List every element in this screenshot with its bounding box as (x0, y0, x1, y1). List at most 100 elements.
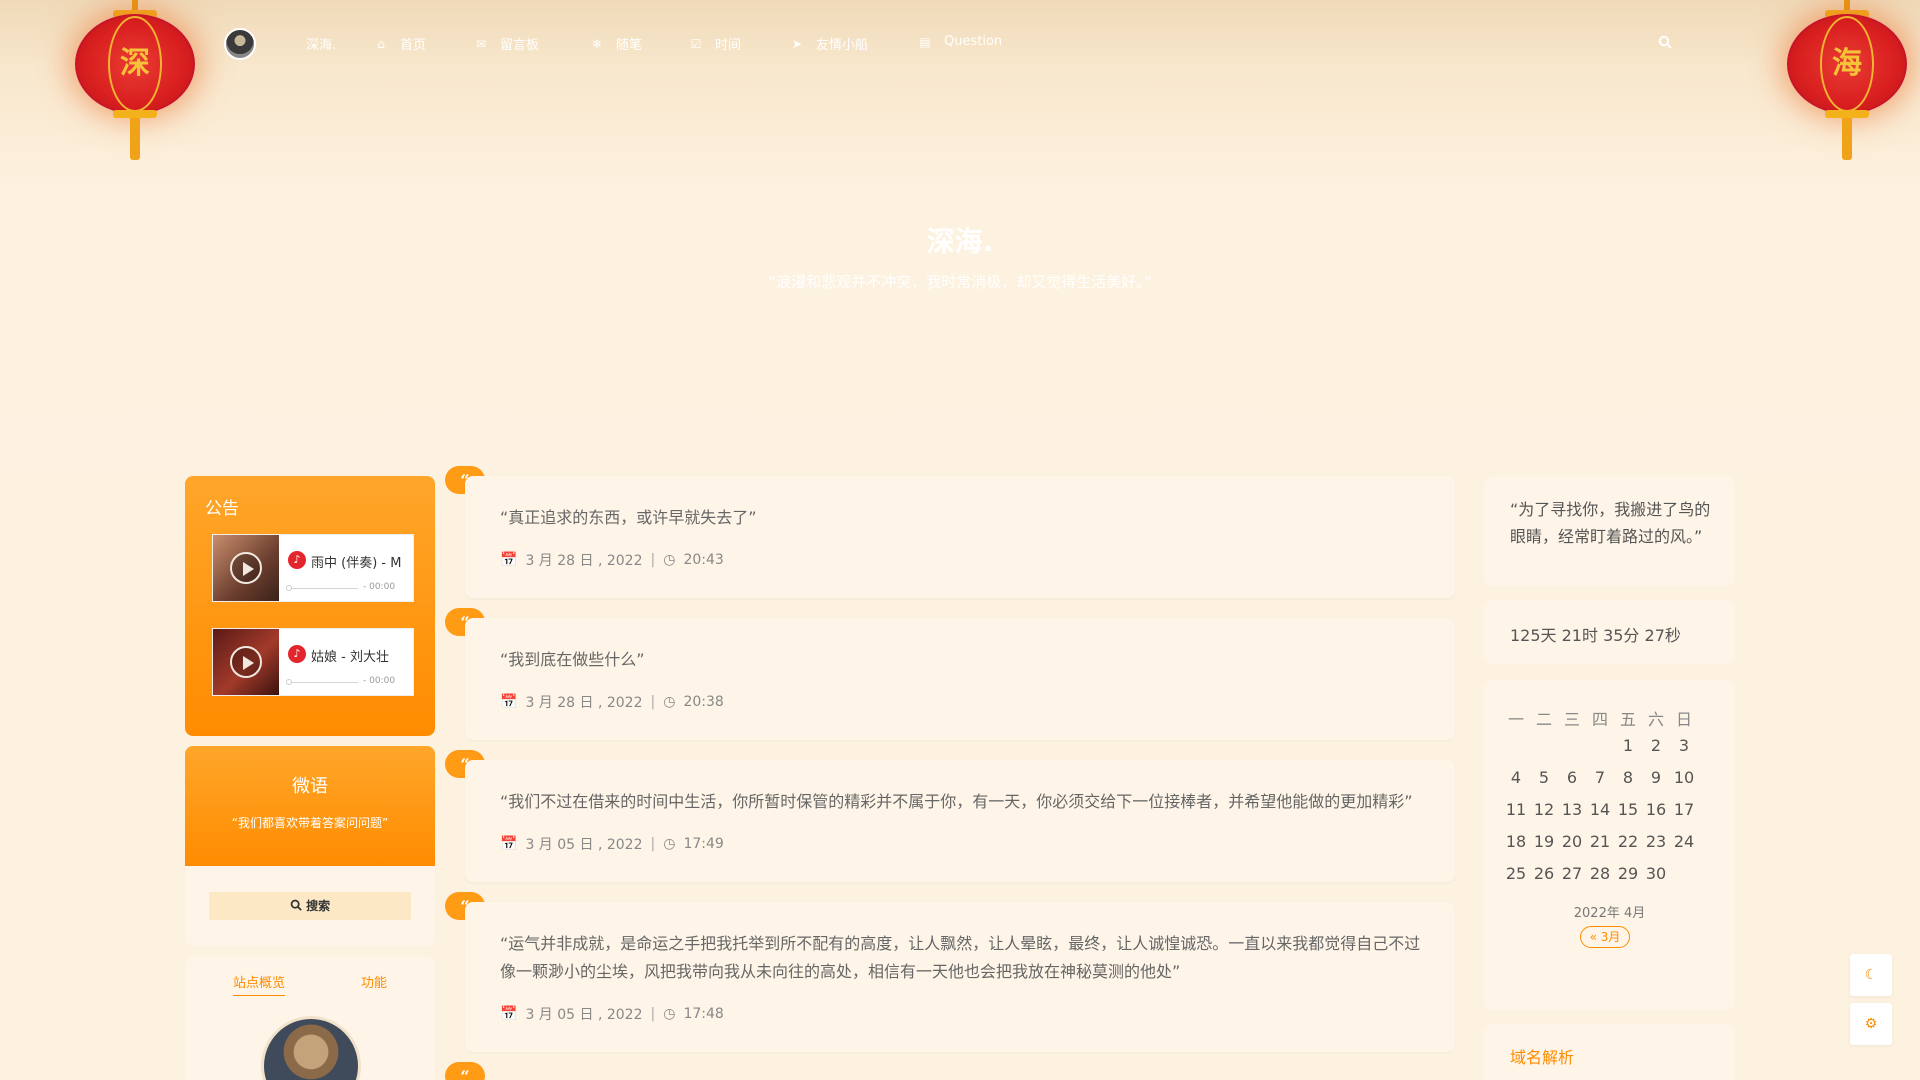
tab-functions[interactable]: 功能 (361, 972, 387, 991)
nav-item-essays[interactable]: ❄ 随笔 (590, 34, 643, 54)
search-label: 搜索 (306, 899, 331, 913)
calendar-day[interactable]: 24 (1670, 832, 1698, 851)
post-card[interactable]: “真正追求的东西，或许早就失去了” 📅 3 月 28 日 , 2022 | ◷ … (465, 476, 1455, 598)
calendar-day[interactable]: 25 (1502, 864, 1530, 883)
site-overview-card: 站点概览 功能 (185, 956, 435, 1080)
calendar-day[interactable]: 15 (1614, 800, 1642, 819)
notice-title: 公告 (205, 499, 239, 519)
calendar-day[interactable]: 16 (1642, 800, 1670, 819)
post-time: 20:38 (683, 694, 724, 710)
calendar-day[interactable]: 4 (1502, 768, 1530, 787)
calendar-day[interactable]: 10 (1670, 768, 1698, 787)
window-icon: ▤ (919, 34, 931, 49)
notice-card: 公告 ♪ 雨中 (伴奏) - M - 00:00 ♪ 姑娘 - 刘大壮 - 00… (185, 476, 435, 736)
nav-item-label: 首页 (400, 38, 427, 53)
nav-item-friends[interactable]: ➤ 友情小船 (790, 34, 868, 54)
calendar-weekday: 日 (1675, 710, 1692, 729)
whisper-subtitle: “我们都喜欢带着答案问问题” (231, 816, 389, 830)
calendar-day[interactable]: 22 (1614, 832, 1642, 851)
post-card[interactable]: “运气并非成就，是命运之手把我托举到所不配有的高度，让人飘然，让人晕眩，最终，让… (465, 902, 1455, 1052)
nav-item-guestbook[interactable]: ✉ 留言板 (474, 34, 540, 54)
calendar-weekday: 一 (1507, 710, 1524, 729)
progress-knob[interactable] (286, 585, 292, 591)
check-square-icon: ☑ (690, 36, 702, 51)
post-meta: 📅 3 月 28 日 , 2022 | ◷ 20:38 (500, 692, 724, 712)
search-icon[interactable] (1658, 34, 1672, 53)
calendar-day[interactable]: 20 (1558, 832, 1586, 851)
calendar-day[interactable]: 26 (1530, 864, 1558, 883)
gear-icon[interactable]: ⚙ (1850, 1003, 1892, 1045)
nav-item-time[interactable]: ☑ 时间 (689, 34, 742, 54)
track-time: - 00:00 (363, 676, 396, 686)
domain-title: 域名解析 (1510, 1048, 1575, 1067)
post-text: “真正追求的东西，或许早就失去了” (500, 508, 757, 527)
calendar-day[interactable]: 12 (1530, 800, 1558, 819)
search-icon (290, 899, 302, 911)
netease-music-icon: ♪ (288, 645, 306, 663)
music-player: ♪ 姑娘 - 刘大壮 - 00:00 (212, 628, 414, 696)
calendar-day[interactable]: 29 (1614, 864, 1642, 883)
progress-bar[interactable] (288, 682, 358, 683)
calendar-day[interactable]: 27 (1558, 864, 1586, 883)
calendar-day[interactable]: 18 (1502, 832, 1530, 851)
search-button[interactable]: 搜索 (209, 892, 411, 920)
calendar-card: 一二三四五六日 1 2 3 4 5 6 7 8 9 10 11 12 13 14 15 16 17 18 19 20 21… (1484, 680, 1735, 1010)
post-card[interactable]: “我们不过在借来的时间中生活，你所暂时保管的精彩并不属于你，有一天，你必须交给下… (465, 760, 1455, 882)
track-time: - 00:00 (363, 582, 396, 592)
calendar-day[interactable]: 3 (1670, 736, 1698, 755)
netease-music-icon: ♪ (288, 551, 306, 569)
calendar-icon: 📅 (500, 694, 518, 710)
calendar-icon: 📅 (500, 1006, 518, 1022)
calendar-day[interactable]: 9 (1642, 768, 1670, 787)
calendar-day[interactable]: 6 (1558, 768, 1586, 787)
nav-item-label: Question (944, 34, 1003, 49)
calendar-day[interactable]: 11 (1502, 800, 1530, 819)
calendar-day[interactable]: 5 (1530, 768, 1558, 787)
nav-item-home[interactable]: ⌂ 首页 (374, 34, 427, 54)
whisper-title: 微语 (292, 776, 328, 797)
slogan-text: “为了寻找你，我搬进了鸟的眼睛，经常盯着路过的风。” (1510, 500, 1711, 546)
calendar-day[interactable]: 1 (1614, 736, 1642, 755)
tab-site-overview[interactable]: 站点概览 (233, 972, 286, 996)
avatar[interactable] (224, 28, 256, 60)
progress-bar[interactable] (288, 588, 358, 589)
clock-icon: ◷ (663, 836, 676, 852)
music-player: ♪ 雨中 (伴奏) - M - 00:00 (212, 534, 414, 602)
nav-item-label: 留言板 (500, 38, 540, 53)
clock-icon: ◷ (663, 694, 676, 710)
post-card[interactable]: “我到底在做些什么” 📅 3 月 28 日 , 2022 | ◷ 20:38 (465, 618, 1455, 740)
calendar-weekday: 五 (1619, 710, 1636, 729)
calendar-weekday: 四 (1591, 710, 1608, 729)
domain-card: 域名解析 (1484, 1024, 1735, 1080)
post-text: “我们不过在借来的时间中生活，你所暂时保管的精彩并不属于你，有一天，你必须交给下… (500, 792, 1413, 811)
post-time: 20:43 (683, 552, 724, 568)
calendar-day[interactable]: 14 (1586, 800, 1614, 819)
author-avatar (261, 1016, 361, 1080)
calendar-day[interactable]: 17 (1670, 800, 1698, 819)
calendar-day[interactable]: 23 (1642, 832, 1670, 851)
calendar-day[interactable]: 7 (1586, 768, 1614, 787)
calendar-day[interactable]: 19 (1530, 832, 1558, 851)
calendar-prev-month-button[interactable]: « 3月 (1580, 926, 1630, 948)
clock-icon: ◷ (663, 552, 676, 568)
calendar-day[interactable]: 21 (1586, 832, 1614, 851)
play-button[interactable] (230, 646, 262, 678)
nav-brand[interactable]: 深海. (306, 34, 336, 53)
calendar-day[interactable]: 2 (1642, 736, 1670, 755)
calendar-weekday: 三 (1563, 710, 1580, 729)
post-text: “我到底在做些什么” (500, 650, 645, 669)
calendar-icon: 📅 (500, 836, 518, 852)
calendar-day[interactable]: 13 (1558, 800, 1586, 819)
calendar-day[interactable]: 30 (1642, 864, 1670, 883)
paper-plane-icon: ➤ (791, 36, 803, 51)
progress-knob[interactable] (286, 679, 292, 685)
nav-item-label: 随笔 (616, 38, 643, 53)
moon-icon[interactable]: ☾ (1850, 954, 1892, 996)
post-date: 3 月 05 日 , 2022 (525, 1007, 643, 1023)
calendar-day[interactable]: 8 (1614, 768, 1642, 787)
post-date: 3 月 28 日 , 2022 (525, 695, 643, 711)
calendar-day[interactable]: 28 (1586, 864, 1614, 883)
nav-item-question[interactable]: ▤ Question (918, 34, 1002, 49)
play-button[interactable] (230, 552, 262, 584)
nav-item-label: 时间 (715, 38, 742, 53)
